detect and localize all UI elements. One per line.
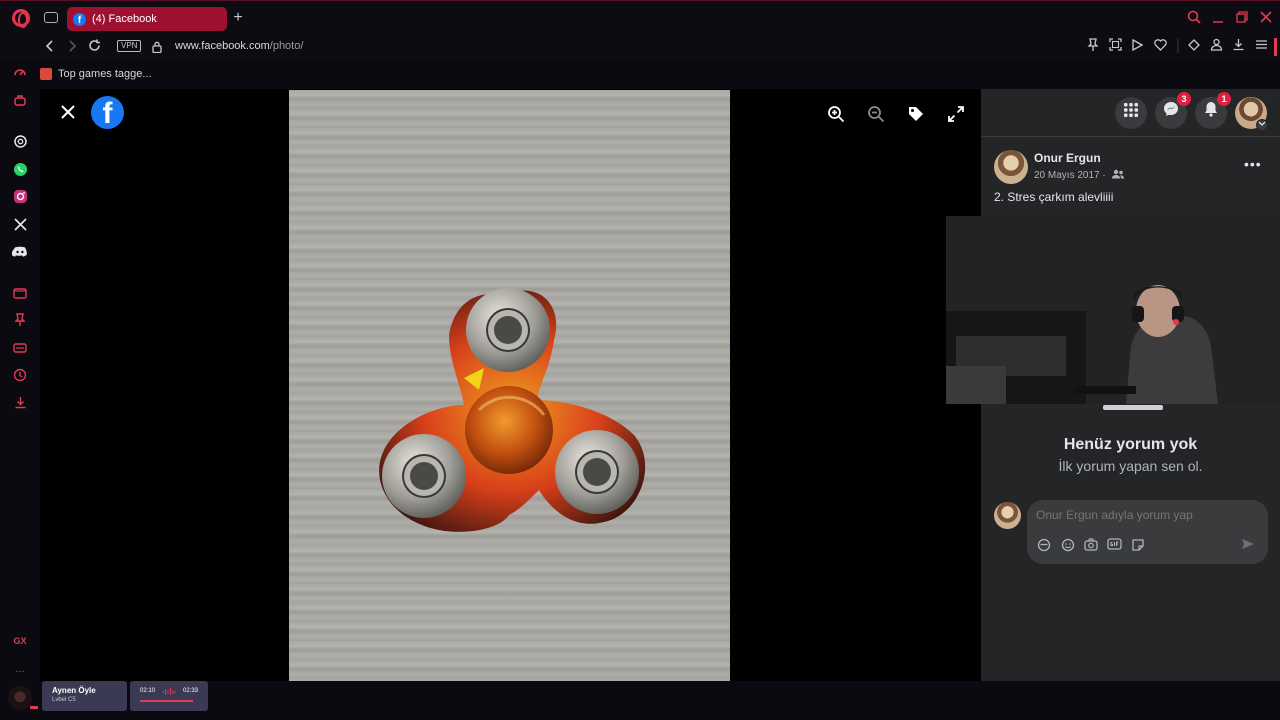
messenger-badge: 3 xyxy=(1177,92,1191,106)
url-host: www.facebook.com xyxy=(175,40,270,52)
avatar-sticker-icon[interactable] xyxy=(1036,538,1052,554)
close-window-icon[interactable] xyxy=(1258,10,1274,26)
extensions-icon[interactable] xyxy=(1186,38,1202,56)
gx-corner-icon[interactable] xyxy=(10,94,30,114)
sidebar-accent-bar xyxy=(1274,38,1277,56)
download-icon[interactable] xyxy=(1230,38,1246,56)
sticker-icon[interactable] xyxy=(1130,538,1146,554)
send-icon[interactable] xyxy=(1240,538,1256,554)
zoom-in-icon[interactable] xyxy=(823,105,849,131)
equalizer-icon xyxy=(162,688,176,697)
back-icon[interactable] xyxy=(42,38,58,56)
close-icon[interactable] xyxy=(59,104,77,122)
camera-icon[interactable] xyxy=(1083,538,1099,554)
bookmark-favicon-icon xyxy=(40,68,52,80)
history-icon[interactable] xyxy=(10,368,30,388)
minimize-icon[interactable] xyxy=(1210,10,1226,26)
search-tabs-icon[interactable] xyxy=(1186,10,1202,26)
account-icon[interactable] xyxy=(1208,38,1224,56)
pin-icon[interactable] xyxy=(1085,38,1101,56)
facebook-logo-icon[interactable]: f xyxy=(91,96,124,129)
easy-setup-icon[interactable] xyxy=(1253,38,1269,56)
webcam-overlay xyxy=(946,216,1280,404)
toolbar-divider xyxy=(1177,38,1179,56)
friends-audience-icon xyxy=(1111,169,1124,179)
comment-input[interactable] xyxy=(1036,508,1256,522)
account-chevron-down-icon[interactable] xyxy=(1256,119,1268,131)
instagram-icon[interactable] xyxy=(10,189,30,209)
pinboard-icon[interactable] xyxy=(10,313,30,333)
player-time-total: 02:33 xyxy=(183,688,199,694)
webcam-resize-handle[interactable] xyxy=(1103,405,1163,410)
music-player-card[interactable]: Aynen Öyle Lvbel C5 xyxy=(42,681,127,711)
post-more-options-icon[interactable]: ••• xyxy=(1244,156,1262,172)
player-icon[interactable] xyxy=(10,285,30,305)
commenter-avatar[interactable] xyxy=(994,502,1021,529)
player-track-artist: Lvbel C5 xyxy=(52,697,76,703)
first-comment-subtitle: İlk yorum yapan sen ol. xyxy=(1058,458,1203,474)
tab-title: (4) Facebook xyxy=(92,13,157,25)
gx-label[interactable]: GX xyxy=(10,631,30,651)
post-date-text: 20 Mayıs 2017 · xyxy=(1034,170,1106,181)
post-caption: 2. Stres çarkım alevliiii xyxy=(994,190,1114,204)
no-comments-title: Henüz yorum yok xyxy=(1063,436,1198,453)
player-track-title: Aynen Öyle xyxy=(52,686,96,695)
reload-icon[interactable] xyxy=(86,38,102,56)
player-progress-bar[interactable] xyxy=(140,700,193,702)
bookmark-item[interactable]: Top games tagge... xyxy=(40,62,152,86)
gx-control-icon[interactable] xyxy=(10,66,30,86)
bookmark-label: Top games tagge... xyxy=(58,68,152,80)
notifications-badge: 1 xyxy=(1217,92,1231,106)
fidget-spinner-photo xyxy=(289,90,730,681)
facebook-favicon-icon: f xyxy=(73,12,86,26)
new-tab-button[interactable]: + xyxy=(230,10,246,26)
downloads-icon[interactable] xyxy=(10,395,30,415)
player-time-current: 02:10 xyxy=(140,688,156,694)
post-date[interactable]: 20 Mayıs 2017 · xyxy=(1034,169,1125,181)
gif-icon[interactable] xyxy=(1106,538,1122,554)
player-live-indicator xyxy=(30,706,38,709)
opera-sidebar xyxy=(0,60,40,720)
url-path: /photo/ xyxy=(269,40,304,52)
emoji-icon[interactable] xyxy=(1060,538,1076,554)
zoom-out-icon[interactable] xyxy=(863,105,889,131)
opera-menu-icon[interactable] xyxy=(12,9,30,28)
tag-icon[interactable] xyxy=(903,105,929,131)
fullscreen-icon[interactable] xyxy=(943,105,969,131)
menu-grid-icon[interactable] xyxy=(1115,97,1147,129)
sidebar-more-button[interactable]: ... xyxy=(10,659,30,679)
vpn-badge[interactable]: VPN xyxy=(117,40,142,52)
lock-icon[interactable] xyxy=(152,40,162,54)
x-twitter-icon[interactable] xyxy=(10,217,30,237)
play-icon[interactable] xyxy=(1129,38,1145,56)
whatsapp-icon[interactable] xyxy=(10,162,30,182)
author-name[interactable]: Onur Ergun xyxy=(1034,151,1101,165)
author-avatar[interactable] xyxy=(994,150,1028,184)
music-player-avatar[interactable] xyxy=(8,686,32,710)
chatgpt-icon[interactable] xyxy=(10,134,30,154)
restore-icon[interactable] xyxy=(1234,10,1250,26)
tabs-list-icon[interactable] xyxy=(10,340,30,360)
discord-icon[interactable] xyxy=(10,244,30,264)
url-field[interactable]: www.facebook.com/photo/ xyxy=(175,39,303,53)
tab-islands-icon[interactable] xyxy=(44,12,58,23)
tab-facebook[interactable]: f (4) Facebook xyxy=(67,7,227,31)
heart-icon[interactable] xyxy=(1152,38,1168,56)
forward-icon[interactable] xyxy=(64,38,80,56)
snapshot-icon[interactable] xyxy=(1107,38,1123,56)
